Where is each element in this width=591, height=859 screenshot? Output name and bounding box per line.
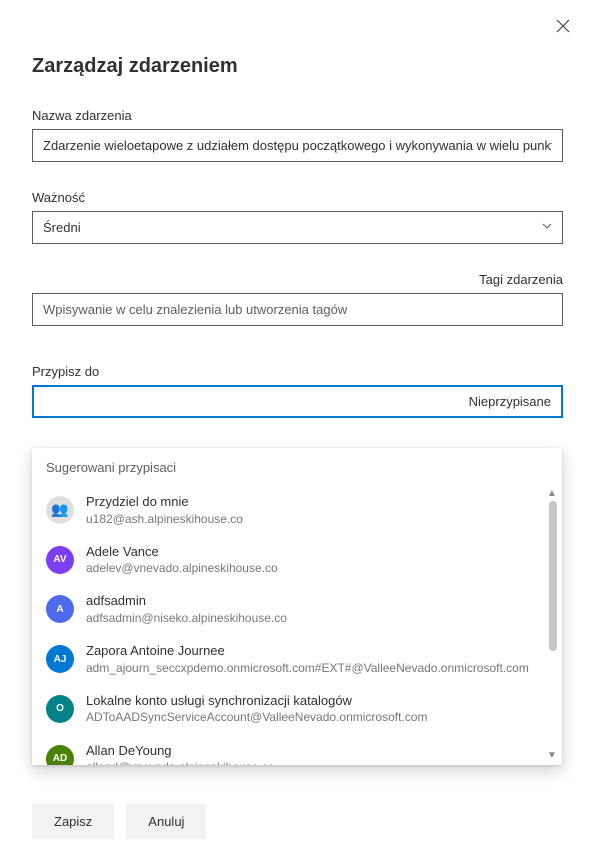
suggestion-item[interactable]: AJ Zapora Antoine Journeeadm_ajourn_seccx… <box>32 634 544 684</box>
scroll-down-icon: ▼ <box>547 751 557 761</box>
suggestion-name: Zapora Antoine Journee <box>86 642 530 660</box>
severity-select[interactable]: Średni <box>32 211 563 244</box>
assignee-suggestions-dropdown: Sugerowani przypisaci 👥 Przydziel do mnie… <box>32 448 562 765</box>
suggestions-header: Sugerowani przypisaci <box>32 448 562 485</box>
suggestion-text: Allan DeYoungalland@vnevado.alpineskihou… <box>86 742 530 765</box>
suggestion-name: Allan DeYoung <box>86 742 530 760</box>
assign-input[interactable] <box>32 385 563 418</box>
suggestion-email: alland@vnevado.alpineskihouse.co <box>86 759 530 765</box>
suggestion-email: u182@ash.alpineskihouse.co <box>86 511 530 527</box>
manage-incident-panel: Zarządzaj zdarzeniem Nazwa zdarzenia Waż… <box>0 0 591 466</box>
suggestion-email: ADToAADSyncServiceAccount@ValleeNevado.o… <box>86 709 530 725</box>
scrollbar-thumb[interactable] <box>549 501 557 651</box>
incident-name-label: Nazwa zdarzenia <box>32 108 563 123</box>
suggestion-email: adelev@vnevado.alpineskihouse.co <box>86 560 530 576</box>
footer-actions: Zapisz Anuluj <box>32 804 206 839</box>
scroll-up-icon: ▲ <box>547 489 557 499</box>
tags-label: Tagi zdarzenia <box>32 272 563 287</box>
avatar: A <box>46 595 74 623</box>
suggestion-email: adfsadmin@niseko.alpineskihouse.co <box>86 610 530 626</box>
severity-value: Średni <box>32 211 563 244</box>
incident-name-field: Nazwa zdarzenia <box>32 108 563 162</box>
close-icon <box>555 21 571 38</box>
suggestion-name: adfsadmin <box>86 592 530 610</box>
avatar: O <box>46 695 74 723</box>
suggestion-name: Adele Vance <box>86 543 530 561</box>
cancel-button[interactable]: Anuluj <box>126 804 206 839</box>
suggestion-name: Lokalne konto usługi synchronizacji kata… <box>86 692 530 710</box>
incident-name-input[interactable] <box>32 129 563 162</box>
scrollbar[interactable]: ▲ ▼ <box>548 491 558 759</box>
suggestion-item[interactable]: Aadfsadminadfsadmin@niseko.alpineskihous… <box>32 584 544 634</box>
suggestion-item[interactable]: AV Adele Vanceadelev@vnevado.alpineskihou… <box>32 535 544 585</box>
close-button[interactable] <box>555 18 571 34</box>
suggestion-email: adm_ajourn_seccxpdemo.onmicrosoft.com#EX… <box>86 660 530 676</box>
suggestion-item[interactable]: O Lokalne konto usługi synchronizacji kat… <box>32 684 544 734</box>
assign-to-me-icon: 👥 <box>46 496 74 524</box>
suggestion-name: Przydziel do mnie <box>86 493 530 511</box>
save-button[interactable]: Zapisz <box>32 804 114 839</box>
suggestion-text: Przydziel do mnieu182@ash.alpineskihouse… <box>86 493 530 527</box>
panel-title: Zarządzaj zdarzeniem <box>32 55 563 78</box>
suggestion-text: adfsadminadfsadmin@niseko.alpineskihouse… <box>86 592 530 626</box>
suggestion-item[interactable]: 👥 Przydziel do mnieu182@ash.alpineskihous… <box>32 485 544 535</box>
suggestion-text: Lokalne konto usługi synchronizacji kata… <box>86 692 530 726</box>
assign-label: Przypisz do <box>32 364 563 379</box>
severity-field: Ważność Średni <box>32 190 563 244</box>
suggestion-text: Zapora Antoine Journeeadm_ajourn_seccxpd… <box>86 642 530 676</box>
suggestion-text: Adele Vanceadelev@vnevado.alpineskihouse… <box>86 543 530 577</box>
tags-field: Tagi zdarzenia <box>32 272 563 326</box>
suggestion-item[interactable]: AD Allan DeYoungalland@vnevado.alpineskih… <box>32 734 544 765</box>
avatar: AV <box>46 546 74 574</box>
suggestions-list: 👥 Przydziel do mnieu182@ash.alpineskihous… <box>32 485 562 765</box>
avatar: AD <box>46 745 74 765</box>
assign-field: Przypisz do <box>32 364 563 418</box>
severity-label: Ważność <box>32 190 563 205</box>
avatar: AJ <box>46 645 74 673</box>
tags-input[interactable] <box>32 293 563 326</box>
